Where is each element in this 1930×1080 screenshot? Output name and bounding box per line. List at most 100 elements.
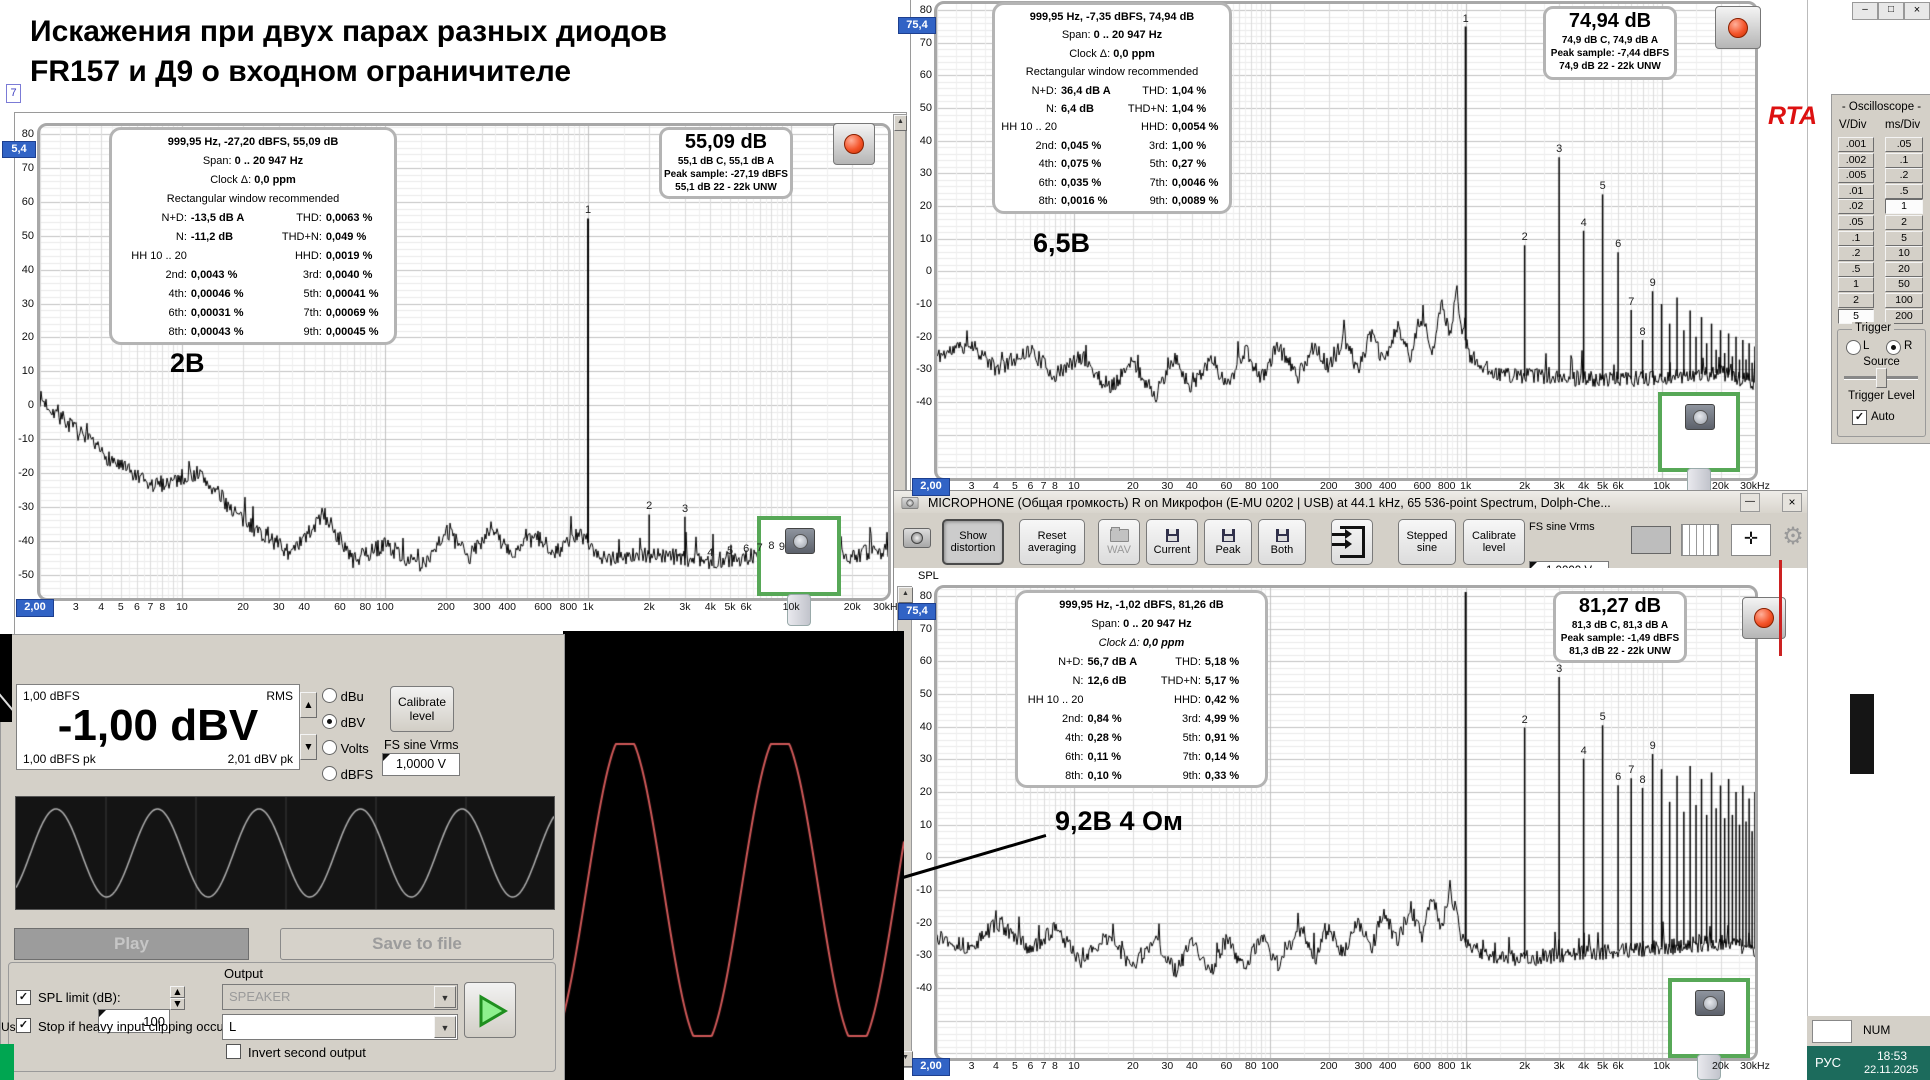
close-button[interactable]: × <box>1904 2 1930 20</box>
vdiv-button-.1[interactable]: .1 <box>1838 231 1874 246</box>
spinner-up-icon[interactable]: ▲ <box>300 692 317 718</box>
db-weighted-values: 55,1 dB C, 55,1 dB A <box>662 155 790 168</box>
measure-value: 0,10 % <box>1087 767 1155 786</box>
oscilloscope-display[interactable] <box>563 631 904 1080</box>
msdiv-button-5[interactable]: 5 <box>1885 231 1923 246</box>
scroll-up-icon[interactable]: ▲ <box>898 587 913 603</box>
close-button[interactable]: × <box>1782 493 1802 512</box>
vdiv-button-2[interactable]: 2 <box>1838 293 1874 308</box>
save-to-file-button[interactable]: Save to file <box>280 928 554 960</box>
toolbar-button-reset-averaging[interactable]: Reset averaging <box>1019 519 1085 565</box>
level-display: 1,00 dBFS RMS -1,00 dBV 1,00 dBFS pk 2,0… <box>16 684 300 770</box>
msdiv-button-1[interactable]: 1 <box>1885 199 1923 214</box>
spl-limit-checkbox[interactable]: ✓ <box>16 990 31 1005</box>
msdiv-button-10[interactable]: 10 <box>1885 246 1923 261</box>
settings-gear-icon[interactable]: ⚙ <box>1778 522 1808 554</box>
measure-label: 9th: <box>1125 192 1172 210</box>
measure-label: 2nd: <box>118 266 191 285</box>
measurement-row: 6th:0,035 %7th:0,0046 % <box>1001 174 1223 192</box>
stop-clipping-label: Stop if heavy input clipping occurs <box>38 1019 235 1034</box>
msdiv-button-.2[interactable]: .2 <box>1885 168 1923 183</box>
db-band-value: 74,9 dB 22 - 22k UNW <box>1546 60 1674 73</box>
minimize-button[interactable]: — <box>1740 493 1760 512</box>
dropdown-arrow-icon[interactable]: ▼ <box>434 986 456 1008</box>
record-button[interactable] <box>833 123 875 165</box>
toolbar-button-stepped-sine[interactable]: Stepped sine <box>1398 519 1456 565</box>
fs-sine-vrms-input[interactable]: 1,0000 V <box>382 753 460 776</box>
language-indicator[interactable]: РУС <box>1815 1055 1841 1070</box>
toolbar-button-transfer-icon[interactable] <box>1331 519 1373 565</box>
trigger-right-radio[interactable] <box>1886 340 1901 355</box>
left-info-box: 999,95 Hz, -27,20 dBFS, 55,09 dBSpan: 0 … <box>109 127 397 345</box>
measurement-row: 2nd:0,84 %3rd:4,99 % <box>1024 710 1259 729</box>
vdiv-button-.5[interactable]: .5 <box>1838 262 1874 277</box>
radio-option-dbu[interactable]: dBu <box>322 688 364 704</box>
vdiv-button-1[interactable]: 1 <box>1838 277 1874 292</box>
toolbar-button-show-distortion[interactable]: Show distortion <box>942 519 1004 565</box>
toolbar-button-peak[interactable]: Peak <box>1204 519 1252 565</box>
vdiv-button-.02[interactable]: .02 <box>1838 199 1874 214</box>
vdiv-button-.2[interactable]: .2 <box>1838 246 1874 261</box>
pan-arrows-icon[interactable]: ✛ <box>1731 524 1771 556</box>
radio-icon[interactable] <box>322 688 337 703</box>
dark-widget-fragment <box>1850 694 1874 774</box>
measurement-row: 4th:0,00046 %5th:0,00041 % <box>118 285 388 304</box>
measure-label: 4th: <box>118 285 191 304</box>
toolbar-button-current[interactable]: Current <box>1146 519 1198 565</box>
maximize-button[interactable]: □ <box>1878 2 1904 20</box>
radio-icon[interactable] <box>322 740 337 755</box>
play-button[interactable]: Play <box>14 928 249 960</box>
msdiv-button-20[interactable]: 20 <box>1885 262 1923 277</box>
trigger-level-slider-thumb[interactable] <box>1876 368 1887 388</box>
output-channel-select[interactable]: L▼ <box>222 1014 458 1040</box>
speaker-cone-icon <box>793 534 808 549</box>
generator-start-button[interactable] <box>464 982 516 1038</box>
radio-option-volts[interactable]: Volts <box>322 740 369 756</box>
speaker-cone-icon <box>1703 996 1718 1011</box>
msdiv-button-2[interactable]: 2 <box>1885 215 1923 230</box>
invert-output-checkbox[interactable] <box>226 1044 241 1059</box>
toolbar-button-both[interactable]: Both <box>1258 519 1306 565</box>
measure-value: 0,045 % <box>1061 137 1125 155</box>
toolbar-button-calibrate-level[interactable]: Calibrate level <box>1463 519 1525 565</box>
measure-value: 0,00031 % <box>191 304 269 323</box>
msdiv-button-.5[interactable]: .5 <box>1885 184 1923 199</box>
record-button[interactable] <box>1715 6 1761 49</box>
msdiv-button-100[interactable]: 100 <box>1885 293 1923 308</box>
display-size-icon[interactable] <box>1631 526 1671 554</box>
radio-icon[interactable] <box>322 766 337 781</box>
num-lock-indicator: NUM <box>1863 1023 1890 1037</box>
toolbar-button-wav[interactable]: WAV <box>1098 519 1140 565</box>
calibrate-level-button[interactable]: Calibrate level <box>390 686 454 732</box>
radio-option-dbv[interactable]: dBV <box>322 714 365 730</box>
msdiv-button-.05[interactable]: .05 <box>1885 137 1923 152</box>
radio-label: dBFS <box>337 767 373 782</box>
trigger-auto-checkbox[interactable]: ✓ <box>1852 410 1867 425</box>
spl-limit-down-icon[interactable]: ▼ <box>170 998 185 1010</box>
measure-value: 0,075 % <box>1061 155 1125 173</box>
taskbar-clock-area[interactable]: РУС 18:53 22.11.2025 <box>1807 1046 1930 1080</box>
snapshot-icon[interactable] <box>903 528 931 548</box>
vdiv-button-.002[interactable]: .002 <box>1838 153 1874 168</box>
spinner-down-icon[interactable]: ▼ <box>300 734 317 760</box>
scroll-up-icon[interactable]: ▲ <box>894 115 907 131</box>
vdiv-button-.05[interactable]: .05 <box>1838 215 1874 230</box>
minimize-button[interactable]: – <box>1852 2 1878 20</box>
radio-icon[interactable] <box>322 714 337 729</box>
radio-option-dbfs[interactable]: dBFS <box>322 766 373 782</box>
vdiv-button-.005[interactable]: .005 <box>1838 168 1874 183</box>
output-device-select[interactable]: SPEAKER▼ <box>222 984 458 1010</box>
stop-clipping-checkbox[interactable]: ✓ <box>16 1018 31 1033</box>
spl-limit-up-icon[interactable]: ▲ <box>170 986 185 998</box>
mic-window-titlebar[interactable]: MICROPHONE (Общая громкость) R on Микроф… <box>893 490 1808 515</box>
measure-value: -13,5 dB A <box>191 209 269 228</box>
msdiv-button-.1[interactable]: .1 <box>1885 153 1923 168</box>
dropdown-arrow-icon[interactable]: ▼ <box>434 1016 456 1038</box>
trigger-left-radio[interactable] <box>1846 340 1861 355</box>
msdiv-button-50[interactable]: 50 <box>1885 277 1923 292</box>
tray-indicator[interactable] <box>1812 1020 1852 1043</box>
columns-view-icon[interactable] <box>1681 524 1719 556</box>
vdiv-button-.001[interactable]: .001 <box>1838 137 1874 152</box>
vdiv-button-.01[interactable]: .01 <box>1838 184 1874 199</box>
measurement-row: 6th:0,11 %7th:0,14 % <box>1024 748 1259 767</box>
